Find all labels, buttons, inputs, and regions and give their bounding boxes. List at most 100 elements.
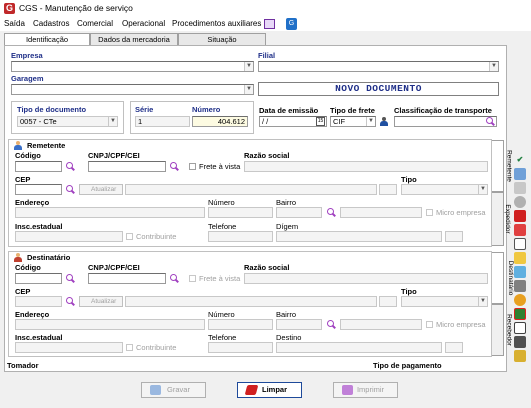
rem-atualizar-button[interactable]: Atualizar <box>79 184 123 195</box>
tab-dados-mercadoria[interactable]: Dados da mercadoria <box>90 33 178 45</box>
map-icon[interactable] <box>514 266 526 278</box>
export-icon[interactable] <box>514 224 526 236</box>
dest-cep-input[interactable] <box>15 296 62 307</box>
search-icon[interactable] <box>65 185 75 195</box>
rem-endereco-input[interactable] <box>15 207 205 218</box>
chevron-down-icon[interactable]: ▼ <box>108 117 117 126</box>
vtab-recebedor[interactable]: Recebedor <box>492 304 512 356</box>
imprimir-button[interactable]: Imprimir <box>333 382 398 398</box>
dest-numero-input[interactable] <box>208 319 273 330</box>
dest-bairro-label: Bairro <box>276 310 297 319</box>
search-icon[interactable] <box>65 162 75 172</box>
rem-frete-vista-checkbox[interactable] <box>189 163 196 170</box>
vtab-remetente[interactable]: Remetente <box>492 140 512 192</box>
dest-razao-input[interactable] <box>244 273 488 284</box>
rem-telefone-input[interactable] <box>208 231 273 242</box>
rem-cidade-input[interactable] <box>125 184 377 195</box>
serie-input[interactable]: 1 <box>135 116 190 127</box>
monitor-icon[interactable] <box>264 19 275 29</box>
limpar-button[interactable]: Limpar <box>237 382 302 398</box>
truck-icon[interactable] <box>514 280 526 292</box>
dest-contribuinte-checkbox[interactable] <box>126 344 133 351</box>
dest-bairro-input[interactable] <box>276 319 322 330</box>
check-icon[interactable]: ✔ <box>514 154 526 166</box>
dest-atualizar-button[interactable]: Atualizar <box>79 296 123 307</box>
chevron-down-icon[interactable]: ▼ <box>244 62 253 71</box>
rem-numero-input[interactable] <box>208 207 273 218</box>
copy-icon[interactable] <box>514 322 526 334</box>
menu-cadastros[interactable]: Cadastros <box>33 19 69 28</box>
ser-icon[interactable] <box>514 182 526 194</box>
vtab-destinatario[interactable]: Destinatário <box>492 252 514 304</box>
rem-codigo-input[interactable] <box>15 161 62 172</box>
dest-micro-empresa-checkbox[interactable] <box>426 321 433 328</box>
search-icon[interactable] <box>326 320 336 330</box>
dest-destino-input[interactable] <box>276 342 442 353</box>
search-icon[interactable] <box>169 162 179 172</box>
circle-icon[interactable] <box>514 196 526 208</box>
search-icon[interactable] <box>65 297 75 307</box>
empresa-select[interactable] <box>11 61 254 72</box>
dest-cidade-input[interactable] <box>125 296 377 307</box>
search-icon[interactable] <box>326 208 336 218</box>
chevron-down-icon[interactable]: ▼ <box>478 297 487 306</box>
dest-tipo-select[interactable] <box>401 296 488 307</box>
gravar-button[interactable]: Gravar <box>141 382 206 398</box>
rem-contribuinte-checkbox[interactable] <box>126 233 133 240</box>
menu-comercial[interactable]: Comercial <box>77 19 113 28</box>
app-icon[interactable]: G <box>286 18 297 30</box>
chevron-down-icon[interactable]: ▼ <box>489 62 498 71</box>
rem-bairro-input[interactable] <box>276 207 322 218</box>
chevron-down-icon[interactable]: ▼ <box>478 185 487 194</box>
filial-select[interactable] <box>258 61 499 72</box>
garagem-select[interactable] <box>11 84 254 95</box>
dest-codigo-input[interactable] <box>15 273 62 284</box>
tab-situacao[interactable]: Situação <box>178 33 266 45</box>
document-icon[interactable] <box>514 238 526 250</box>
dest-frete-vista-checkbox[interactable] <box>189 275 196 282</box>
chevron-down-icon[interactable]: ▼ <box>366 117 375 126</box>
globe-icon[interactable] <box>514 294 526 306</box>
print-icon[interactable] <box>514 336 526 348</box>
menu-saida[interactable]: Saída <box>4 19 25 28</box>
classificacao-input[interactable] <box>394 116 497 127</box>
search-icon[interactable] <box>485 117 495 127</box>
dest-destino-uf-input[interactable] <box>445 342 463 353</box>
dest-codigo-label: Código <box>15 263 41 272</box>
chevron-down-icon[interactable]: ▼ <box>244 85 253 94</box>
rem-uf-input[interactable] <box>379 184 397 195</box>
rem-origem-input[interactable] <box>276 231 442 242</box>
rem-razao-input[interactable] <box>244 161 488 172</box>
dest-uf-input[interactable] <box>379 296 397 307</box>
vtab-expedidor[interactable]: Expedidor <box>492 192 511 246</box>
settings-icon[interactable] <box>514 168 526 180</box>
classificacao-label: Classificação de transporte <box>394 106 492 115</box>
edit-icon[interactable] <box>514 308 526 320</box>
person-search-icon[interactable] <box>378 116 390 128</box>
rem-micro-empresa-checkbox[interactable] <box>426 209 433 216</box>
rem-cep-input[interactable] <box>15 184 62 195</box>
dest-endereco-input[interactable] <box>15 319 205 330</box>
calendar-icon[interactable]: 15 <box>316 117 325 126</box>
rem-tipo-label: Tipo <box>401 175 417 184</box>
rem-endereco-label: Endereço <box>15 198 50 207</box>
rem-bairro-nome-input[interactable] <box>340 207 422 218</box>
dest-cnpj-input[interactable] <box>88 273 166 284</box>
dest-telefone-input[interactable] <box>208 342 273 353</box>
numero-input[interactable]: 404.612 <box>192 116 248 127</box>
rem-cnpj-input[interactable] <box>88 161 166 172</box>
menu-operacional[interactable]: Operacional <box>122 19 165 28</box>
rem-insc-input[interactable] <box>15 231 123 242</box>
tipo-documento-select[interactable]: 0057 - CTe <box>17 116 118 127</box>
dest-endereco-label: Endereço <box>15 310 50 319</box>
search-icon[interactable] <box>65 274 75 284</box>
menu-procedimentos[interactable]: Procedimentos auxiliares <box>172 19 261 28</box>
dest-insc-input[interactable] <box>15 342 123 353</box>
rem-origem-uf-input[interactable] <box>445 231 463 242</box>
rem-tipo-select[interactable] <box>401 184 488 195</box>
search-icon[interactable] <box>169 274 179 284</box>
cube-icon[interactable] <box>514 210 526 222</box>
group-icon[interactable] <box>514 350 526 362</box>
dest-bairro-nome-input[interactable] <box>340 319 422 330</box>
folder-icon[interactable] <box>514 252 526 264</box>
